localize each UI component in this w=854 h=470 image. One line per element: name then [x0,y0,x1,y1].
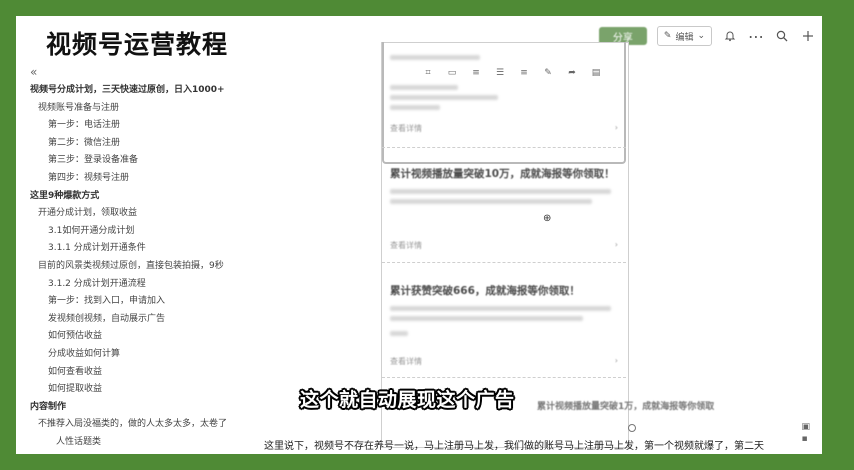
more-icon[interactable]: ⋯ [748,27,764,46]
toc-item[interactable]: 3.1如何开通分成计划 [30,223,250,241]
resize-handle[interactable] [628,424,636,432]
divider [382,377,626,378]
feedback-icon[interactable]: ▣ [801,422,810,432]
course-title: 视频号运营教程 [46,30,229,59]
divider [382,262,626,263]
top-card-body [390,80,616,115]
toc-item[interactable]: 第二步：微信注册 [30,135,250,153]
align-center-icon[interactable]: ☰ [494,67,506,79]
align-left-icon[interactable]: ≡ [470,67,482,79]
cursor-icon: ⊕ [543,213,552,224]
toc-item[interactable]: 如何预估收益 [30,328,250,346]
card-heading-2: 累计获赞突破666，成就海报等你领取！ [390,285,580,297]
video-subtitle: 这个就自动展现这个广告 [300,389,515,411]
toc-item[interactable]: 如何查看收益 [30,364,250,382]
note-icon[interactable]: ▤ [590,67,602,79]
chevron-down-icon: ⌄ [697,31,705,41]
edit-label: 编辑 [675,32,694,43]
card-heading-1: 累计视频播放量突破10万，成就海报等你领取！ [390,168,615,180]
help-icon[interactable]: ▪ [801,434,810,444]
crop-icon[interactable]: ⌗ [422,67,434,79]
toc-item[interactable]: 第四步：视频号注册 [30,170,250,188]
toc-item[interactable]: 目前的风景类视频过原创，直接包装拍摄，9秒 [30,258,250,276]
toc-item[interactable]: 3.1.2 分成计划开通流程 [30,276,250,294]
plus-icon[interactable] [800,28,816,44]
card-body-1 [390,184,620,209]
toc-item[interactable]: 第三步：登录设备准备 [30,152,250,170]
bell-icon[interactable] [722,28,738,44]
toc-item[interactable]: 第一步：电话注册 [30,117,250,135]
toc-item[interactable]: 不推荐入局没福类的，做的人太多太多，太卷了 [30,416,250,434]
collapse-sidebar-icon[interactable]: « [30,65,37,79]
bottom-caption: 这里说下，视频号不存在养号一说，马上注册马上发，我们做的账号马上注册马上发，第一… [264,441,764,452]
toc-item[interactable]: 第一步：找到入口，申请加入 [30,293,250,311]
toc-item[interactable]: 视频账号准备与注册 [30,100,250,118]
table-of-contents: 视频号分成计划，三天快速过原创，日入1000+ 视频账号准备与注册 第一步：电话注册… [30,82,250,451]
share-icon[interactable]: ➦ [566,67,578,79]
toc-item[interactable]: 内容制作 [30,399,250,417]
edit-button[interactable]: ✎ 编辑 ⌄ [656,26,712,46]
card-body-2 [390,301,620,341]
corner-tools: ▣ ▪ [801,422,810,444]
partial-card-heading: 累计视频播放量突破1万，成就海报等你领取 [537,402,715,412]
toc-item[interactable]: 开通分成计划，领取收益 [30,205,250,223]
card-toolbar: ⌗ ▭ ≡ ☰ ≡ ✎ ➦ ▤ [422,67,602,79]
toc-item[interactable]: 分成收益如何计算 [30,346,250,364]
top-card-footer[interactable]: 查看详情 › [390,123,618,137]
top-toolbar: 分享 ✎ 编辑 ⌄ ⋯ [598,26,816,46]
divider [382,147,626,148]
top-card-text [390,50,616,65]
pencil-icon: ✎ [663,31,672,41]
toc-item[interactable]: 发视频创视频，自动展示广告 [30,311,250,329]
align-right-icon[interactable]: ≡ [518,67,530,79]
toc-item[interactable]: 如何提取收益 [30,381,250,399]
toc-item[interactable]: 视频号分成计划，三天快速过原创，日入1000+ [30,82,250,100]
comment-icon[interactable]: ▭ [446,67,458,79]
toc-item[interactable]: 人性话题类 [30,434,250,452]
toc-item[interactable]: 这里9种爆款方式 [30,188,250,206]
search-icon[interactable] [774,28,790,44]
toc-item[interactable]: 3.1.1 分成计划开通条件 [30,240,250,258]
card-footer-2[interactable]: 查看详情 › [390,356,618,370]
edit-icon[interactable]: ✎ [542,67,554,79]
card-footer-1[interactable]: 查看详情 › [390,240,618,254]
